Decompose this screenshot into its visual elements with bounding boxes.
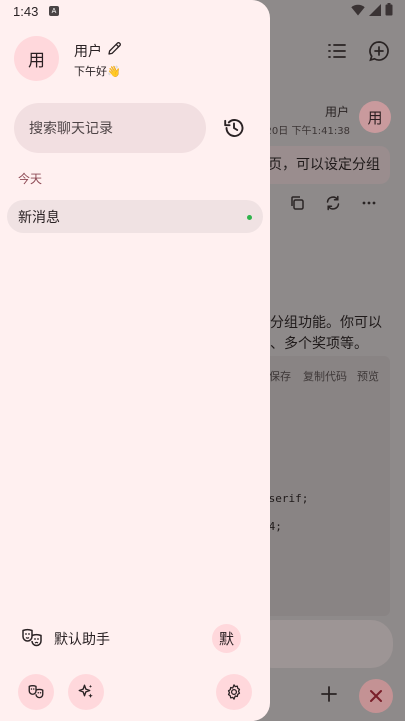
settings-button[interactable] (216, 674, 252, 710)
wifi-icon (351, 4, 365, 16)
code-save-button[interactable]: 保存 (269, 368, 291, 384)
pencil-icon[interactable] (107, 41, 122, 56)
gear-icon (225, 683, 243, 701)
list-icon[interactable] (326, 40, 348, 62)
status-time: 1:43 (13, 4, 39, 19)
status-bar: 1:43 A (0, 0, 405, 24)
profile-name[interactable]: 用户 (74, 41, 102, 61)
sparkles-button[interactable] (68, 674, 104, 710)
assistant-reply-line: 、多个奖项等。 (270, 336, 368, 352)
user-message-bubble: 页，可以设定分组 (250, 146, 390, 184)
code-preview-button[interactable]: 预览 (357, 368, 379, 384)
copy-icon[interactable] (288, 194, 306, 212)
assistants-button[interactable] (18, 674, 54, 710)
more-icon[interactable] (360, 194, 378, 212)
assistant-badge[interactable]: 默 (212, 624, 241, 653)
assistant-label: 默认助手 (54, 632, 110, 648)
status-dot-icon (247, 215, 252, 220)
message-user-name: 用户 (324, 105, 349, 119)
profile-avatar[interactable]: 用 (14, 36, 59, 81)
regenerate-icon[interactable] (324, 194, 342, 212)
battery-icon (385, 3, 393, 16)
code-block (250, 356, 390, 616)
chat-list-item[interactable]: 新消息 (7, 200, 263, 233)
navigation-drawer: 用 用户 下午好👋 搜索聊天记录 今天 新消息 默认助手 默 (0, 0, 270, 721)
assistant-reply-line: 分组功能。你可以 (270, 315, 382, 331)
chat-title: 新消息 (18, 209, 60, 226)
search-placeholder: 搜索聊天记录 (29, 121, 113, 137)
message-user-avatar: 用 (359, 101, 391, 133)
history-icon[interactable] (222, 116, 246, 140)
message-input[interactable] (250, 620, 393, 668)
code-copy-button[interactable]: 复制代码 (303, 368, 347, 384)
search-input[interactable]: 搜索聊天记录 (14, 103, 206, 153)
notification-icon: A (49, 6, 59, 16)
status-icons (351, 3, 393, 16)
theater-masks-icon (27, 683, 45, 701)
add-icon[interactable] (318, 683, 340, 705)
assistant-selector[interactable]: 默认助手 默 (20, 624, 250, 653)
close-button[interactable] (359, 679, 393, 713)
signal-icon (369, 3, 381, 16)
close-icon (370, 690, 382, 702)
section-label-today: 今天 (18, 172, 43, 186)
theater-masks-icon (20, 626, 44, 650)
message-timestamp: 20日 下午1:41:38 (265, 126, 350, 137)
new-chat-icon[interactable] (368, 40, 390, 62)
greeting-text: 下午好👋 (74, 65, 121, 78)
sparkles-icon (77, 683, 95, 701)
